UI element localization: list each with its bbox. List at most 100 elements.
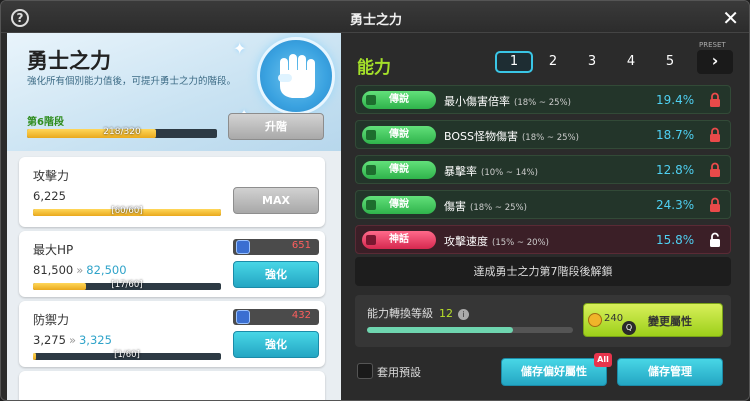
hotkey-q-icon: Q — [622, 321, 636, 335]
chevron-right-icon[interactable]: › — [697, 50, 733, 74]
next-value: 3,325 — [78, 333, 112, 347]
upgrade-stage-button[interactable]: 升階 — [228, 113, 324, 140]
tier-icon — [366, 235, 376, 245]
coin-count: 240 — [604, 313, 624, 324]
stat-progress-text: [60/60] — [111, 206, 143, 216]
conversion-label: 能力轉換等級 12 i — [367, 305, 469, 321]
change-attribute-button[interactable]: 240 Q 變更屬性 — [583, 303, 723, 337]
stat-value: 3,275» 3,325 — [33, 333, 112, 347]
stat-range: (18% ~ 25%) — [521, 133, 579, 143]
change-attribute-label: 變更屬性 — [648, 315, 692, 328]
stat-label: 最小傷害倍率 — [444, 95, 510, 108]
gem-icon — [236, 240, 250, 254]
lock-icon[interactable] — [709, 92, 721, 107]
defense-card: 防禦力 3,275» 3,325 [1/60] 432 強化 — [19, 301, 325, 367]
stat-range: (10% ~ 14%) — [481, 168, 538, 178]
save-management-button[interactable]: 儲存管理 — [617, 358, 723, 386]
preset-tab-4[interactable]: 4 — [612, 51, 650, 73]
cost-value: 432 — [291, 310, 311, 321]
tier-icon — [366, 200, 376, 210]
left-panel: 勇士之力 強化所有個別能力值後，可提升勇士之力的階段。 ✦ ✦ 第6階段 218… — [7, 33, 341, 400]
ability-stat: 傷害 (18% ~ 25%) — [444, 198, 527, 214]
preset-tab-3[interactable]: 3 — [573, 51, 611, 73]
stage-label: 第6階段 — [27, 117, 64, 128]
cost-box: 651 — [233, 239, 319, 255]
strengthen-hp-button[interactable]: 強化 — [233, 261, 319, 288]
ability-stat: 暴擊率 (10% ~ 14%) — [444, 163, 538, 179]
cost-box: 432 — [233, 309, 319, 325]
preset-tab-2[interactable]: 2 — [534, 51, 572, 73]
stat-range: (18% ~ 25%) — [470, 203, 527, 213]
cost-value: 651 — [291, 240, 311, 251]
tier-badge: 傳說 — [362, 161, 436, 179]
conversion-progress-fill — [367, 327, 514, 333]
stat-name: 攻擊力 — [33, 169, 70, 183]
coin-icon — [588, 313, 602, 327]
lock-icon[interactable] — [709, 127, 721, 142]
stat-value: 81,500» 82,500 — [33, 263, 127, 277]
unlock-icon[interactable] — [709, 232, 721, 247]
ability-stat: BOSS怪物傷害 (18% ~ 25%) — [444, 128, 579, 144]
all-badge: All — [594, 353, 612, 367]
max-hp-card: 最大HP 81,500» 82,500 [17/60] 651 強化 — [19, 231, 325, 297]
close-icon[interactable]: ✕ — [722, 6, 739, 30]
ability-title: 能力 — [357, 58, 391, 78]
lock-icon[interactable] — [709, 162, 721, 177]
preset-label: PRESET — [699, 41, 726, 49]
stage-progress-bar: 218/320 — [27, 127, 217, 138]
use-preset-checkbox[interactable] — [357, 363, 373, 379]
conversion-progress-bar — [367, 327, 573, 333]
stat-name: 防禦力 — [33, 313, 70, 327]
stat-range: (18% ~ 25%) — [514, 98, 571, 108]
stat-progress-bar: [17/60] — [33, 280, 221, 290]
tier-label: 神話 — [389, 234, 409, 245]
preset-tab-1[interactable]: 1 — [495, 51, 533, 73]
next-stat-card — [19, 371, 325, 400]
save-preferred-attribute-button[interactable]: 儲存偏好屬性 — [501, 358, 607, 386]
hero-title: 勇士之力 — [27, 49, 111, 73]
stat-value: 18.7% — [656, 128, 695, 142]
strengthen-defense-button[interactable]: 強化 — [233, 331, 319, 358]
stat-value: 19.4% — [656, 93, 695, 107]
ability-row: 傳說 暴擊率 (10% ~ 14%) 12.8% — [355, 155, 731, 184]
fist-emblem-icon — [257, 37, 335, 115]
tier-label: 傳說 — [389, 199, 409, 210]
max-button[interactable]: MAX — [233, 187, 319, 214]
unlock-note: 達成勇士之力第7階段後解鎖 — [355, 257, 731, 286]
warrior-power-window: ? 勇士之力 ✕ 勇士之力 強化所有個別能力值後，可提升勇士之力的階段。 ✦ ✦… — [0, 0, 750, 401]
sparkle-icon: ✦ — [233, 39, 247, 58]
gem-icon — [236, 310, 250, 324]
tier-icon — [366, 165, 376, 175]
ability-row: 傳說 傷害 (18% ~ 25%) 24.3% — [355, 190, 731, 219]
tier-label: 傳說 — [389, 164, 409, 175]
stat-value: 12.8% — [656, 163, 695, 177]
stat-label: 攻擊速度 — [444, 235, 488, 248]
stat-name: 最大HP — [33, 243, 74, 257]
conversion-panel: 能力轉換等級 12 i 240 Q 變更屬性 — [355, 295, 731, 347]
tier-badge: 傳說 — [362, 126, 436, 144]
ability-row: 傳說 BOSS怪物傷害 (18% ~ 25%) 18.7% — [355, 120, 731, 149]
stat-value: 24.3% — [656, 198, 695, 212]
hero-description: 強化所有個別能力值後，可提升勇士之力的階段。 — [27, 76, 237, 87]
next-value: 82,500 — [86, 263, 127, 277]
tier-label: 傳說 — [389, 94, 409, 105]
current-value: 3,275 — [33, 333, 66, 347]
stat-progress-bar: [60/60] — [33, 206, 221, 216]
preset-tab-5[interactable]: 5 — [651, 51, 689, 73]
tier-badge: 神話 — [362, 231, 436, 249]
info-icon[interactable]: i — [458, 309, 469, 320]
title-bar: ? 勇士之力 ✕ — [1, 1, 749, 33]
stat-progress-text: [17/60] — [111, 280, 143, 290]
arrow-right-icon: » — [68, 333, 76, 347]
conversion-level: 12 — [439, 307, 453, 320]
tier-badge: 傳說 — [362, 196, 436, 214]
stat-label: 暴擊率 — [444, 165, 477, 178]
arrow-right-icon: » — [76, 263, 84, 277]
tier-label: 傳說 — [389, 129, 409, 140]
window-title: 勇士之力 — [349, 13, 402, 28]
stat-label: 傷害 — [444, 200, 466, 213]
ability-stat: 最小傷害倍率 (18% ~ 25%) — [444, 93, 571, 109]
lock-icon[interactable] — [709, 197, 721, 212]
right-panel: 能力 PRESET 1 2 3 4 5 › 傳說 最小傷害倍率 (18% ~ 25… — [341, 33, 749, 400]
tier-icon — [366, 130, 376, 140]
